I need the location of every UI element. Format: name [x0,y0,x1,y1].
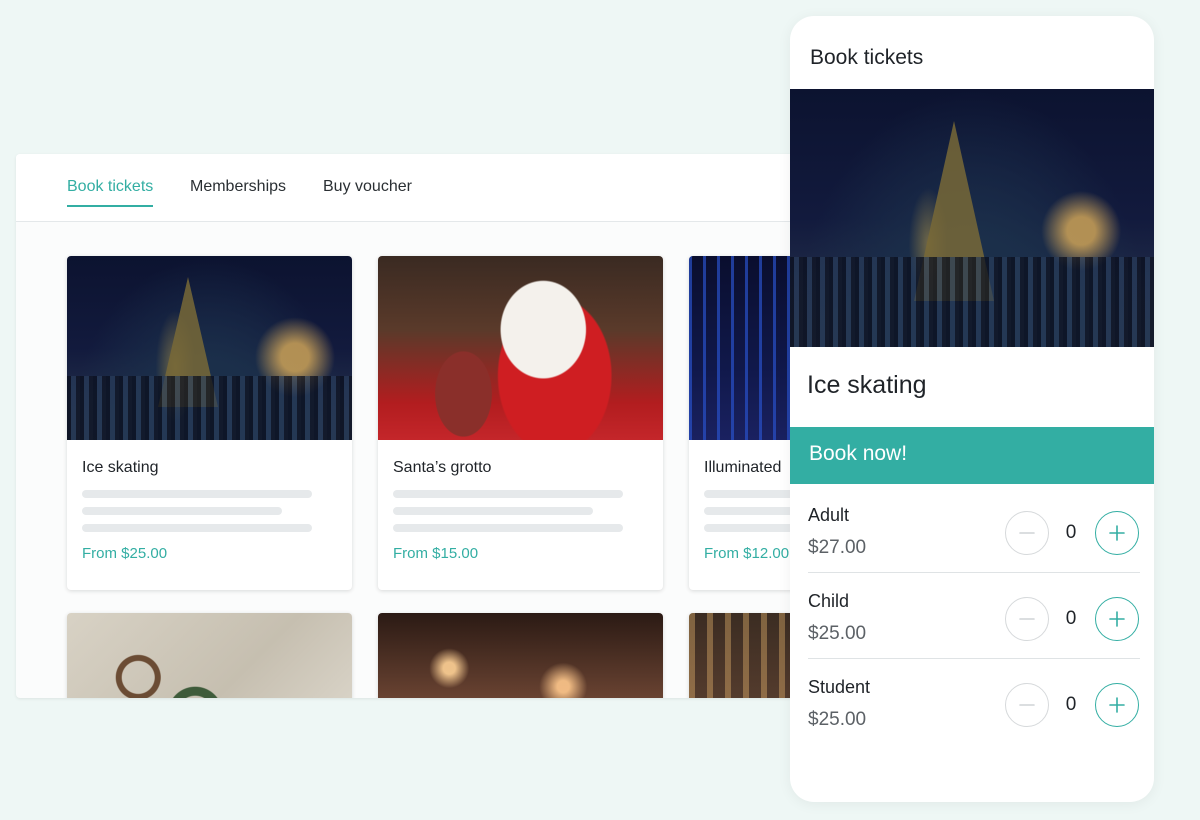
text-placeholder [82,490,312,498]
booking-panel: Book tickets Ice skating Book now! Adult… [790,16,1154,802]
minus-icon [1019,618,1035,620]
ice-skating-photo [790,89,1154,347]
panel-title: Ice skating [807,371,927,399]
minus-icon [1019,704,1035,706]
card-christmas-market[interactable] [378,613,663,698]
card-wreaths[interactable] [67,613,352,698]
card-santas-grotto[interactable]: Santa’s grotto From $15.00 [378,256,663,590]
card-price: From $25.00 [82,545,168,562]
santa-photo [378,256,663,440]
ice-skating-photo [67,256,352,440]
text-placeholder [393,524,623,532]
decrease-button[interactable] [1005,683,1049,727]
text-placeholder [393,490,623,498]
ticket-label: Student [808,677,871,697]
attractions-app: Book tickets Memberships Buy voucher Ice… [16,154,816,698]
plus-icon [1109,611,1125,627]
decrease-button[interactable] [1005,597,1049,641]
card-title: Santa’s grotto [393,459,492,476]
card-price: From $15.00 [393,545,479,562]
card-price: From $12.00 [704,545,790,562]
decrease-button[interactable] [1005,511,1049,555]
tab-memberships[interactable]: Memberships [190,178,286,205]
ticket-row-adult: Adult $27.00 0 [808,487,1140,573]
card-title: Illuminated [704,459,782,476]
plus-icon [1109,697,1125,713]
ticket-row-child: Child $25.00 0 [808,573,1140,659]
increase-button[interactable] [1095,597,1139,641]
quantity-value: 0 [1065,608,1077,629]
card-title: Ice skating [82,459,159,476]
increase-button[interactable] [1095,683,1139,727]
text-placeholder [82,507,282,515]
ticket-label: Child [808,591,850,611]
ticket-price: $25.00 [808,709,867,730]
minus-icon [1019,532,1035,534]
quantity-value: 0 [1065,522,1077,543]
tab-bar: Book tickets Memberships Buy voucher [16,154,816,222]
plus-icon [1109,525,1125,541]
panel-header: Book tickets [810,46,924,69]
ticket-row-student: Student $25.00 0 [808,659,1140,745]
ticket-price: $27.00 [808,537,867,558]
increase-button[interactable] [1095,511,1139,555]
christmas-market-photo [378,613,663,698]
wreath-photo [67,613,352,698]
tab-buy-voucher[interactable]: Buy voucher [323,178,412,205]
text-placeholder [393,507,593,515]
text-placeholder [82,524,312,532]
book-now-button[interactable]: Book now! [790,427,1154,484]
ticket-price: $25.00 [808,623,867,644]
quantity-value: 0 [1065,694,1077,715]
card-ice-skating[interactable]: Ice skating From $25.00 [67,256,352,590]
ticket-label: Adult [808,505,850,525]
tab-book-tickets[interactable]: Book tickets [67,178,154,207]
